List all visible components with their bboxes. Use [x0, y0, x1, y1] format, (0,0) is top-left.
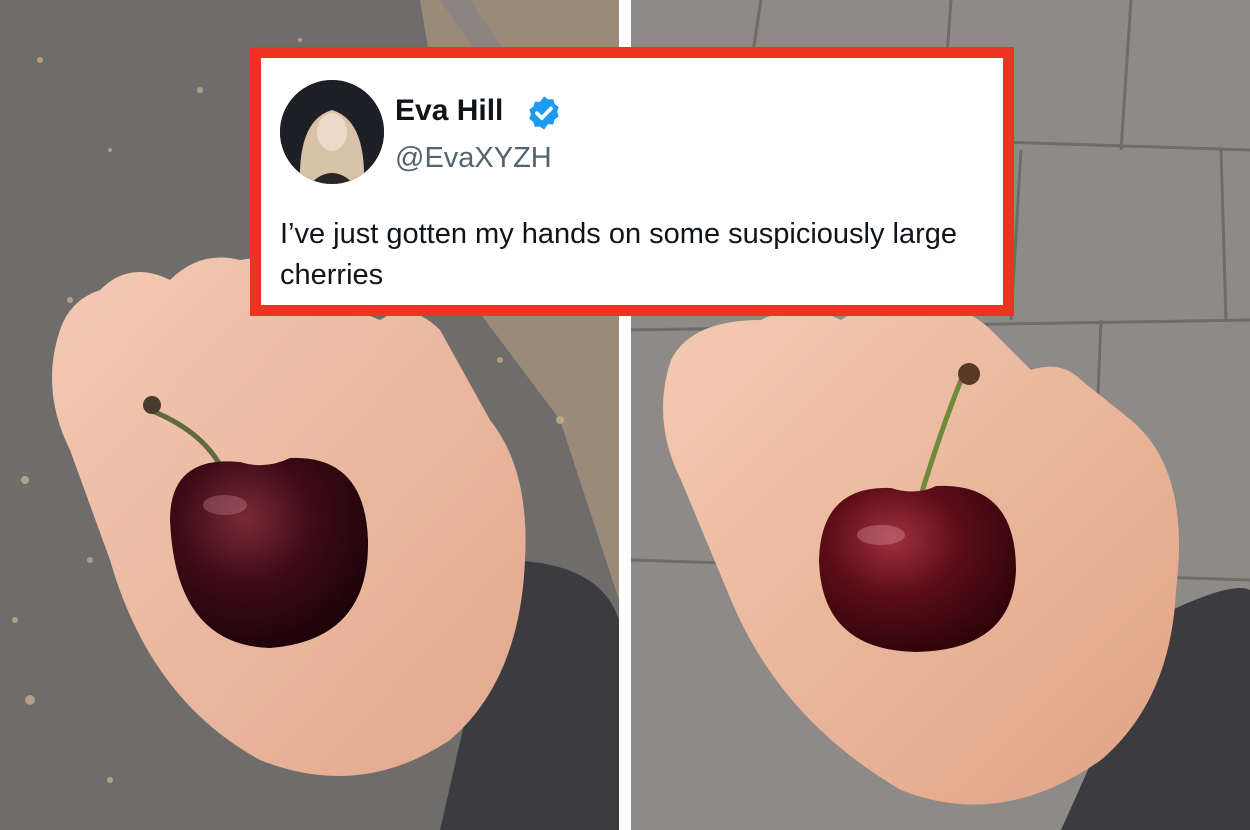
cherry: [819, 485, 1016, 652]
cherry-highlight: [203, 495, 247, 515]
user-handle[interactable]: @EvaXYZH: [395, 142, 552, 175]
display-name[interactable]: Eva Hill: [395, 94, 503, 128]
cherry-highlight: [857, 525, 905, 545]
stem-tip: [958, 363, 980, 385]
tweet-text: I’ve just gotten my hands on some suspic…: [280, 218, 958, 291]
avatar[interactable]: [280, 80, 384, 184]
stem-tip: [143, 396, 161, 414]
tweet-card: Eva Hill @EvaXYZH I’ve just gotten my ha…: [250, 47, 1014, 316]
verified-badge-icon: [525, 94, 563, 132]
avatar-photo: [280, 80, 384, 184]
